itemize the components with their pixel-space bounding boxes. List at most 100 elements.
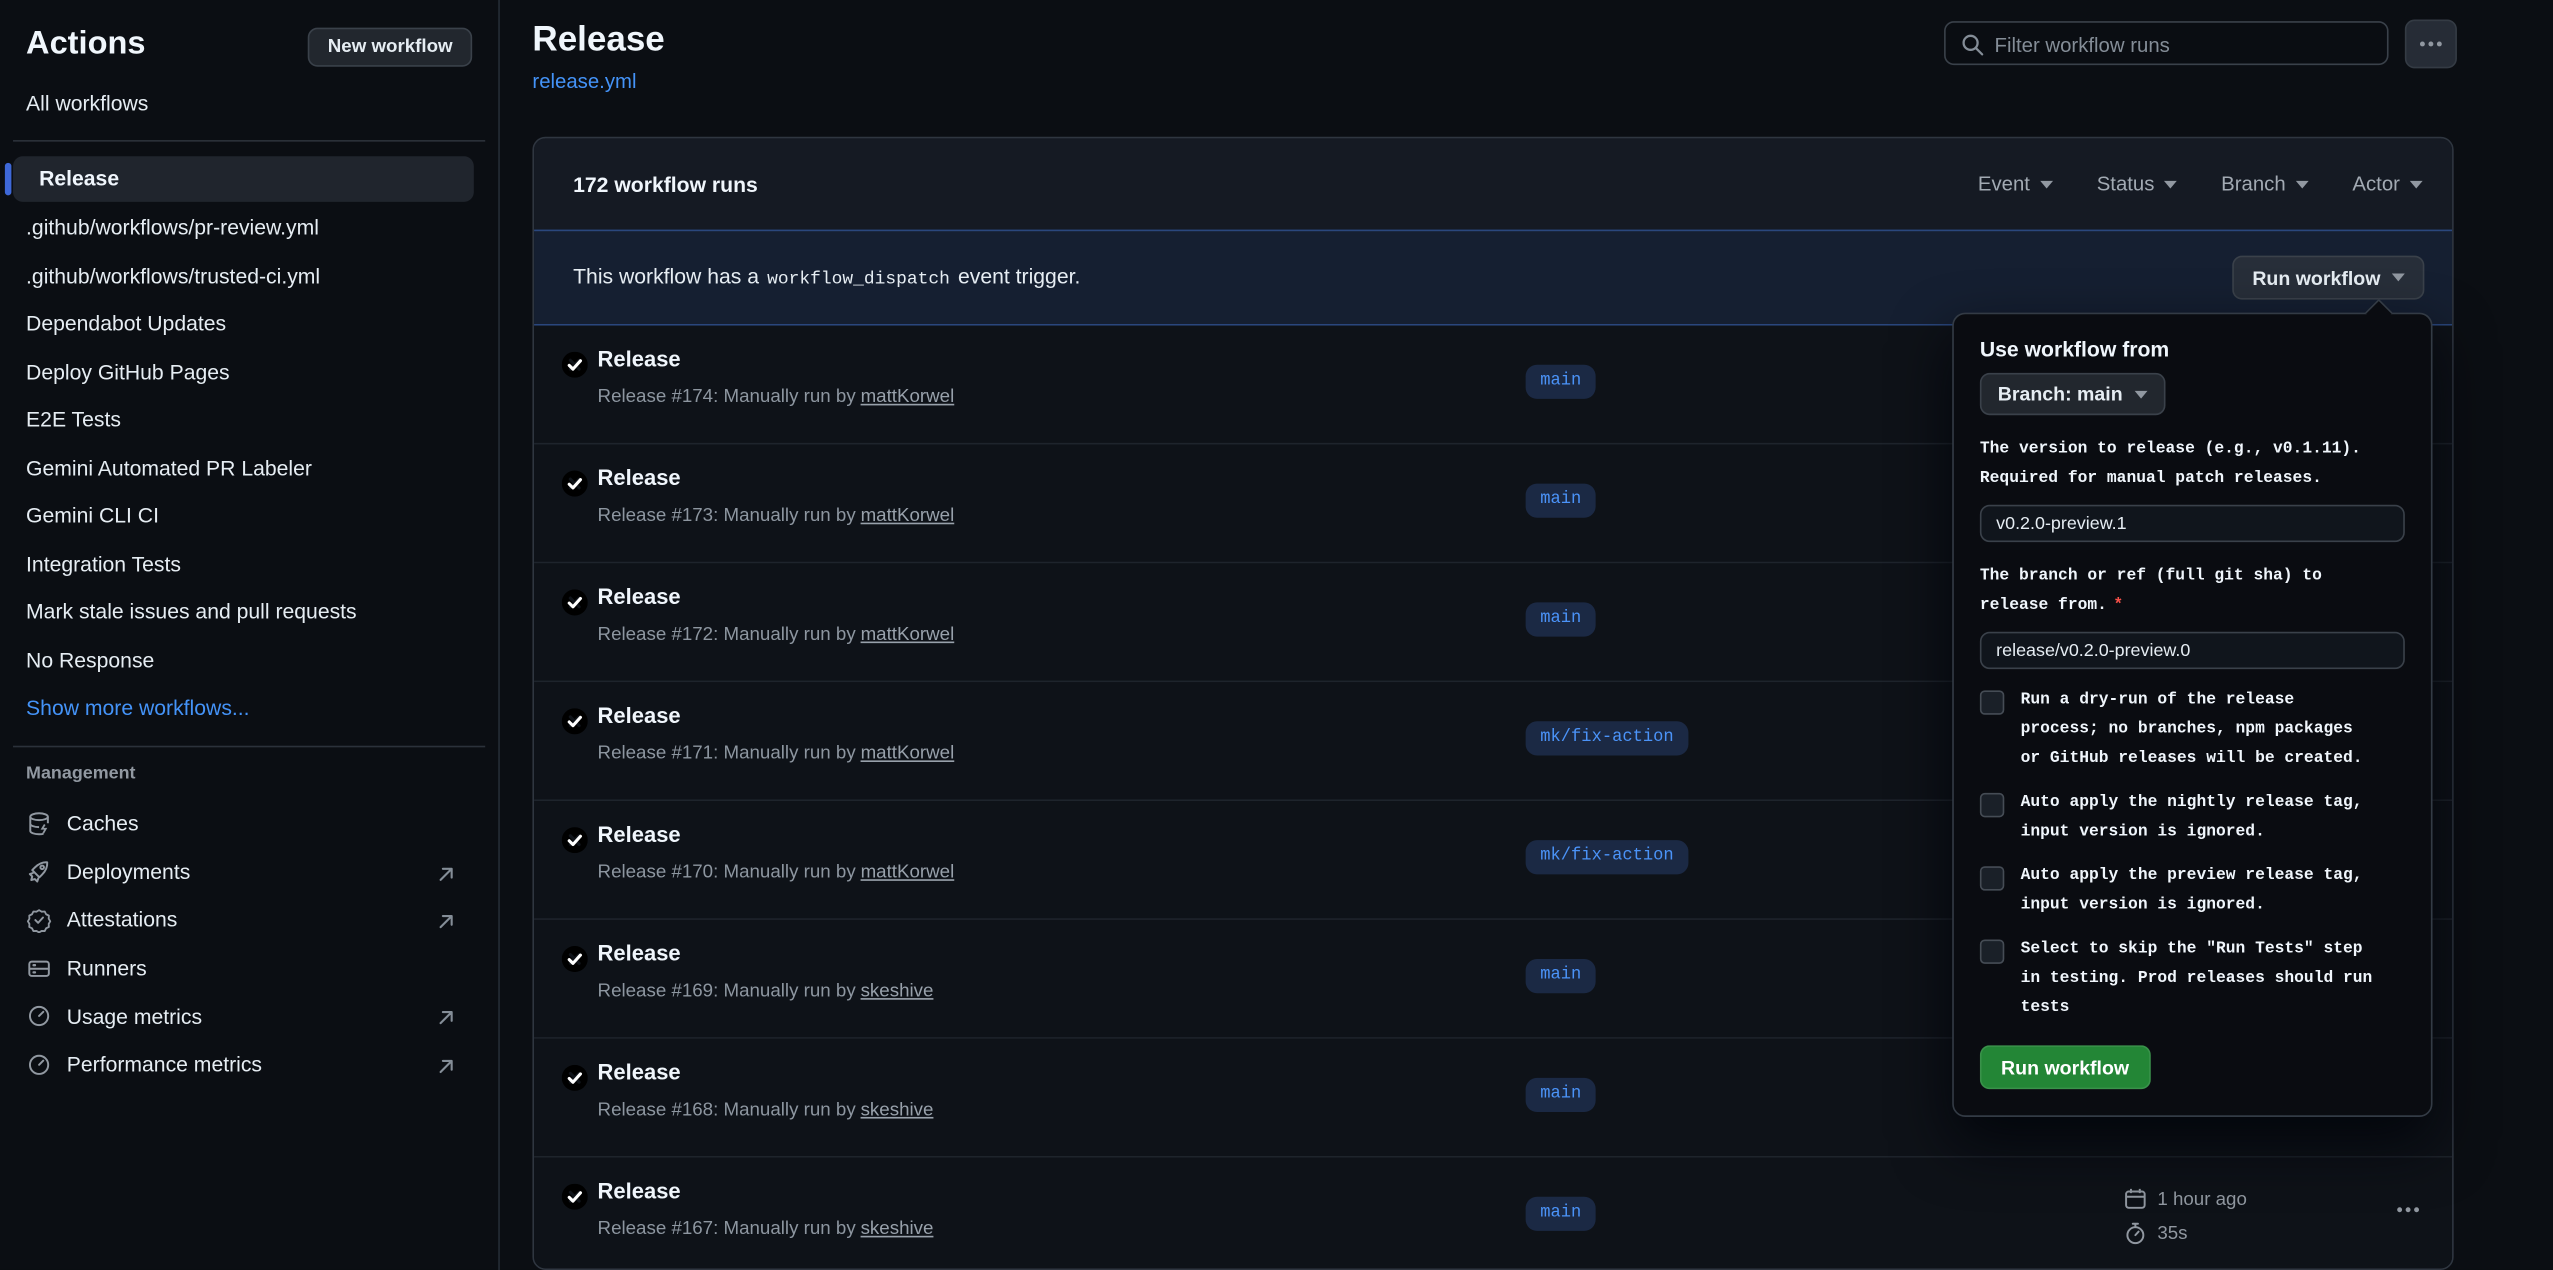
- workflow-options-button[interactable]: [2405, 20, 2457, 69]
- branch-badge[interactable]: mk/fix-action: [1526, 840, 1689, 874]
- new-workflow-button[interactable]: New workflow: [308, 28, 472, 67]
- sidebar-item-release-selected[interactable]: Release: [13, 156, 474, 202]
- sidebar-item-workflow[interactable]: .github/workflows/trusted-ci.yml: [0, 252, 498, 300]
- run-description: Release #169: Manually run byskeshive: [598, 982, 934, 1002]
- actor-link[interactable]: skeshive: [861, 982, 934, 1002]
- branch-badge[interactable]: main: [1526, 1197, 1596, 1231]
- management-section-header: Management: [26, 764, 135, 784]
- sidebar-item-usage-metrics[interactable]: Usage metrics: [0, 992, 498, 1040]
- run-title-link[interactable]: Release: [598, 941, 681, 965]
- run-title-link[interactable]: Release: [598, 585, 681, 609]
- run-description: Release #173: Manually run bymattKorwel: [598, 506, 955, 526]
- sidebar-item-workflow[interactable]: Gemini Automated PR Labeler: [0, 444, 498, 492]
- kebab-icon: [2418, 31, 2444, 57]
- run-description: Release #167: Manually run byskeshive: [598, 1220, 934, 1240]
- preview-tag-checkbox[interactable]: [1980, 866, 2004, 890]
- runs-filters: Event Status Branch Actor: [1978, 173, 2423, 196]
- filter-status[interactable]: Status: [2097, 173, 2177, 196]
- checkbox-row-skip-tests: Select to skip the "Run Tests" step in t…: [1980, 936, 2405, 1024]
- sidebar-title: Actions: [26, 26, 145, 63]
- run-title-link[interactable]: Release: [598, 347, 681, 371]
- actor-link[interactable]: mattKorwel: [861, 506, 955, 526]
- run-title-link[interactable]: Release: [598, 1060, 681, 1084]
- filter-actor[interactable]: Actor: [2352, 173, 2422, 196]
- sidebar-item-workflow[interactable]: Dependabot Updates: [0, 300, 498, 348]
- sidebar-item-performance-metrics[interactable]: Performance metrics: [0, 1040, 498, 1088]
- sidebar-item-workflow[interactable]: Deploy GitHub Pages: [0, 348, 498, 396]
- run-title-link[interactable]: Release: [598, 703, 681, 727]
- run-metadata: 1 hour ago 35s: [2123, 1182, 2247, 1250]
- run-options-kebab-icon[interactable]: [2395, 1197, 2421, 1223]
- actor-link[interactable]: mattKorwel: [861, 388, 955, 408]
- branch-selector-button[interactable]: Branch: main: [1980, 373, 2165, 415]
- sidebar-divider: [13, 140, 485, 142]
- failure-status-icon: [562, 708, 588, 734]
- banner-text: This workflow has aworkflow_dispatcheven…: [573, 264, 1080, 290]
- field-label-version: The version to release (e.g., v0.1.11). …: [1980, 436, 2387, 495]
- sidebar-divider: [13, 746, 485, 748]
- sidebar-item-all-workflows[interactable]: All workflows: [0, 81, 498, 127]
- chevron-down-icon: [2410, 180, 2423, 188]
- branch-badge[interactable]: main: [1526, 959, 1596, 993]
- sidebar-item-workflow[interactable]: E2E Tests: [0, 396, 498, 444]
- sidebar-item-workflow[interactable]: Gemini CLI CI: [0, 492, 498, 540]
- run-title-link[interactable]: Release: [598, 1179, 681, 1203]
- branch-badge[interactable]: main: [1526, 365, 1596, 399]
- sidebar-item-label: Caches: [67, 811, 139, 835]
- actor-link[interactable]: mattKorwel: [861, 625, 955, 645]
- actor-link[interactable]: mattKorwel: [861, 744, 955, 764]
- actor-link[interactable]: skeshive: [861, 1101, 934, 1121]
- branch-badge[interactable]: main: [1526, 602, 1596, 636]
- filter-event[interactable]: Event: [1978, 173, 2053, 196]
- checkbox-row-dry-run: Run a dry-run of the release process; no…: [1980, 687, 2405, 775]
- filter-branch[interactable]: Branch: [2221, 173, 2308, 196]
- checkbox-label[interactable]: Auto apply the preview release tag, inpu…: [2021, 863, 2376, 922]
- checkbox-label[interactable]: Run a dry-run of the release process; no…: [2021, 687, 2376, 775]
- sidebar-item-deployments[interactable]: Deployments: [0, 848, 498, 896]
- actor-link[interactable]: skeshive: [861, 1220, 934, 1240]
- runs-count: 172 workflow runs: [573, 172, 758, 196]
- sidebar-item-workflow[interactable]: .github/workflows/pr-review.yml: [0, 204, 498, 252]
- nightly-tag-checkbox[interactable]: [1980, 793, 2004, 817]
- run-workflow-submit-button[interactable]: Run workflow: [1980, 1045, 2150, 1089]
- checkbox-label[interactable]: Auto apply the nightly release tag, inpu…: [2021, 790, 2376, 849]
- sidebar-item-label: Usage metrics: [67, 1004, 202, 1028]
- actor-link[interactable]: mattKorwel: [861, 863, 955, 883]
- sidebar-item-caches[interactable]: Caches: [0, 799, 498, 847]
- sidebar-item-label: Release: [13, 156, 474, 202]
- sidebar-item-workflow[interactable]: Integration Tests: [0, 540, 498, 588]
- workflow-file-link[interactable]: release.yml: [532, 70, 636, 93]
- calendar-icon: [2123, 1187, 2147, 1211]
- sidebar-item-attestations[interactable]: Attestations: [0, 896, 498, 944]
- workflow-list: .github/workflows/pr-review.yml .github/…: [0, 204, 498, 732]
- server-icon: [26, 955, 52, 981]
- branch-badge[interactable]: main: [1526, 1078, 1596, 1112]
- field-label-ref: The branch or ref (full git sha) to rele…: [1980, 563, 2387, 622]
- run-description: Release #168: Manually run byskeshive: [598, 1101, 934, 1121]
- sidebar-item-workflow[interactable]: Mark stale issues and pull requests: [0, 588, 498, 636]
- checkbox-row-preview: Auto apply the preview release tag, inpu…: [1980, 863, 2405, 922]
- ref-input[interactable]: [1980, 632, 2405, 669]
- filter-workflow-runs-input[interactable]: [1991, 23, 2382, 67]
- branch-badge[interactable]: mk/fix-action: [1526, 721, 1689, 755]
- run-title-link[interactable]: Release: [598, 822, 681, 846]
- run-duration: 35s: [2157, 1224, 2187, 1244]
- show-more-workflows-link[interactable]: Show more workflows...: [0, 684, 498, 732]
- skip-tests-checkbox[interactable]: [1980, 939, 2004, 963]
- active-item-accent-bar: [5, 163, 12, 196]
- run-title-link[interactable]: Release: [598, 466, 681, 490]
- sidebar-item-runners[interactable]: Runners: [0, 944, 498, 992]
- search-icon: [1960, 33, 1984, 57]
- run-workflow-dropdown-button[interactable]: Run workflow: [2233, 256, 2425, 300]
- chevron-down-icon: [2164, 180, 2177, 188]
- workflow-run-row[interactable]: Release Release #167: Manually run byske…: [534, 1158, 2452, 1270]
- success-status-icon: [562, 471, 588, 497]
- dry-run-checkbox[interactable]: [1980, 690, 2004, 714]
- sidebar-item-workflow[interactable]: No Response: [0, 636, 498, 684]
- checkbox-label[interactable]: Select to skip the "Run Tests" step in t…: [2021, 936, 2376, 1024]
- meter-icon: [26, 1051, 52, 1077]
- version-input[interactable]: [1980, 505, 2405, 542]
- github-actions-page: Actions New workflow All workflows Relea…: [0, 0, 2553, 1270]
- run-workflow-panel: Use workflow from Branch: main The versi…: [1952, 313, 2432, 1117]
- branch-badge[interactable]: main: [1526, 484, 1596, 518]
